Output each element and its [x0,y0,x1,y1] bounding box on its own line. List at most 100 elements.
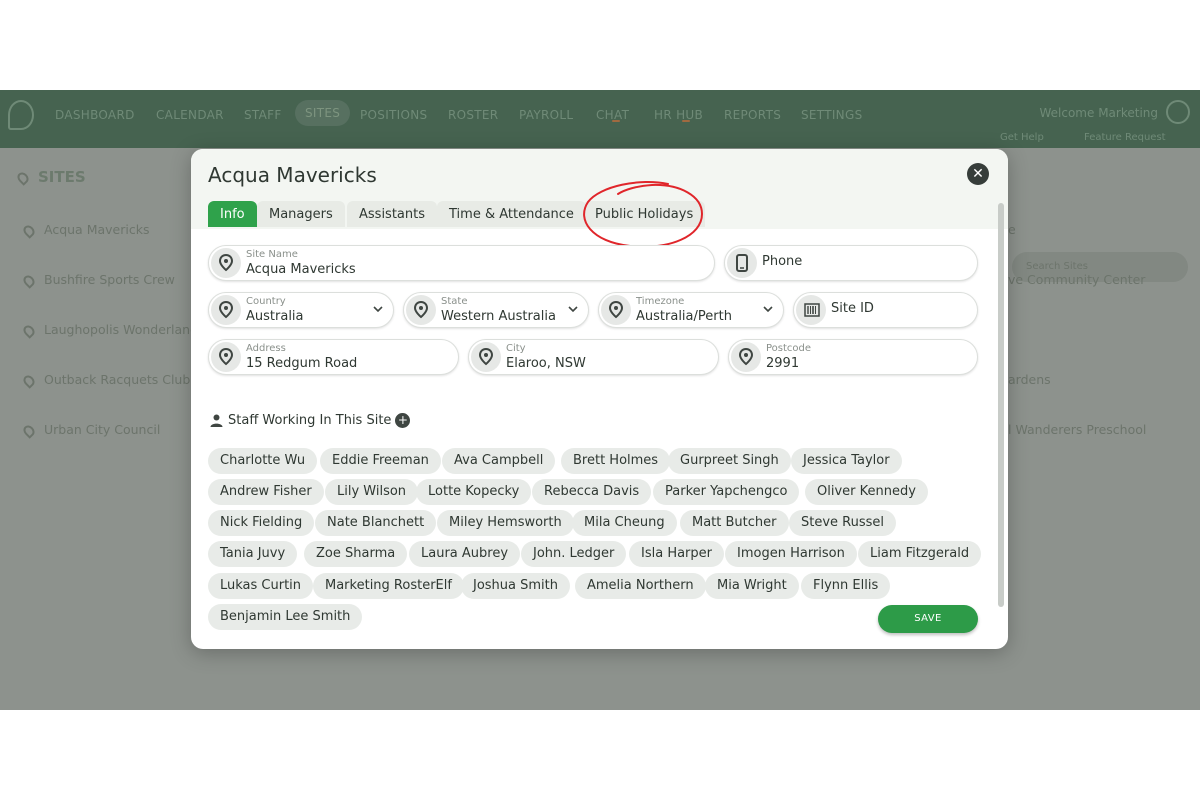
staff-chip[interactable]: John. Ledger [521,541,627,567]
site-list-item[interactable]: ve Community Center [1008,272,1145,287]
pin-icon [21,222,37,239]
nav-settings[interactable]: SETTINGS [801,108,862,122]
site-list-item[interactable]: ardens [1008,372,1051,387]
pin-icon [211,342,241,372]
postcode-value: 2991 [766,356,800,371]
staff-chip[interactable]: Andrew Fisher [208,479,324,505]
staff-chip[interactable]: Mila Cheung [572,510,677,536]
staff-chip[interactable]: Lily Wilson [325,479,419,505]
pin-icon [15,169,31,186]
red-circle-annotation [583,181,704,248]
staff-chip[interactable]: Flynn Ellis [801,573,891,599]
staff-chip[interactable]: Laura Aubrey [409,541,521,567]
staff-chip[interactable]: Oliver Kennedy [805,479,928,505]
site-id-field[interactable]: Site ID [793,292,978,328]
nav-reports[interactable]: REPORTS [724,108,781,122]
address-field[interactable]: Address 15 Redgum Road [208,339,459,375]
close-icon[interactable]: ✕ [967,163,989,185]
site-list-item[interactable]: Urban City Council [21,422,160,439]
pin-icon [731,342,761,372]
nav-staff[interactable]: STAFF [244,108,282,122]
staff-chip[interactable]: Tania Juvy [208,541,298,567]
nav-calendar[interactable]: CALENDAR [156,108,224,122]
get-help-link[interactable]: Get Help [1000,132,1044,143]
modal-scrollbar[interactable] [998,203,1004,607]
pin-icon [601,295,631,325]
pin-icon [21,422,37,439]
modal-title: Acqua Mavericks [208,163,377,187]
staff-chip[interactable]: Lotte Kopecky [416,479,532,505]
tab-assistants[interactable]: Assistants [347,201,437,227]
city-field[interactable]: City Elaroo, NSW [468,339,719,375]
state-label: State [441,296,468,307]
staff-chip[interactable]: Nate Blanchett [315,510,437,536]
staff-chip[interactable]: Ava Campbell [442,448,556,474]
feature-request-link[interactable]: Feature Request [1084,132,1166,143]
nav-positions[interactable]: POSITIONS [360,108,427,122]
welcome-text: Welcome Marketing [1039,106,1158,120]
staff-chip[interactable]: Rebecca Davis [532,479,652,505]
nav-dashboard[interactable]: DASHBOARD [55,108,135,122]
staff-chip[interactable]: Isla Harper [629,541,724,567]
staff-chip[interactable]: Nick Fielding [208,510,315,536]
phone-label: Phone [762,254,803,269]
hr-hub-badge [682,120,690,122]
staff-chip[interactable]: Matt Butcher [680,510,789,536]
address-label: Address [246,343,286,354]
site-list-item[interactable]: Bushfire Sports Crew [21,272,175,289]
timezone-value: Australia/Perth [636,309,732,324]
staff-chip[interactable]: Miley Hemsworth [437,510,574,536]
barcode-icon [796,295,826,325]
site-list-item[interactable]: e [1008,222,1016,237]
chevron-down-icon [763,306,773,313]
timezone-select[interactable]: Timezone Australia/Perth [598,292,784,328]
staff-chip[interactable]: Imogen Harrison [725,541,857,567]
nav-hr-hub[interactable]: HR HUB [654,108,703,122]
staff-chip[interactable]: Zoe Sharma [304,541,408,567]
phone-field[interactable]: Phone [724,245,978,281]
tab-time-attendance[interactable]: Time & Attendance [437,201,586,227]
state-select[interactable]: State Western Australia [403,292,589,328]
site-list-item[interactable]: Outback Racquets Club [21,372,190,389]
person-icon [210,414,223,427]
staff-chip[interactable]: Mia Wright [705,573,799,599]
staff-chip[interactable]: Benjamin Lee Smith [208,604,363,630]
site-list-item[interactable]: l Wanderers Preschool [1008,422,1146,437]
staff-chip[interactable]: Marketing RosterElf [313,573,464,599]
site-list-item[interactable]: Acqua Mavericks [21,222,149,239]
nav-sites[interactable]: SITES [295,100,351,126]
phone-icon [727,248,757,278]
staff-chip[interactable]: Joshua Smith [461,573,571,599]
staff-chip[interactable]: Lukas Curtin [208,573,314,599]
country-select[interactable]: Country Australia [208,292,394,328]
nav-payroll[interactable]: PAYROLL [519,108,573,122]
add-staff-icon[interactable]: + [395,413,411,428]
staff-chip[interactable]: Eddie Freeman [320,448,441,474]
sites-page-title: SITES [15,168,86,186]
address-value: 15 Redgum Road [246,356,358,371]
chevron-down-icon [568,306,578,313]
site-list-item[interactable]: Laughopolis Wonderland [21,322,198,339]
site-name-field[interactable]: Site Name Acqua Mavericks [208,245,715,281]
staff-chip[interactable]: Gurpreet Singh [668,448,791,474]
tab-managers[interactable]: Managers [257,201,345,227]
save-button[interactable]: SAVE [878,605,978,633]
staff-chip[interactable]: Charlotte Wu [208,448,318,474]
staff-chip[interactable]: Steve Russel [789,510,897,536]
postcode-field[interactable]: Postcode 2991 [728,339,978,375]
staff-chip[interactable]: Parker Yapchengco [653,479,800,505]
pin-icon [21,272,37,289]
nav-roster[interactable]: ROSTER [448,108,498,122]
pin-icon [211,295,241,325]
tab-info[interactable]: Info [208,201,257,227]
postcode-label: Postcode [766,343,812,354]
staff-chip[interactable]: Brett Holmes [561,448,671,474]
chevron-down-icon [373,306,383,313]
staff-chip[interactable]: Jessica Taylor [791,448,902,474]
country-label: Country [246,296,286,307]
user-avatar-icon[interactable] [1166,100,1190,124]
pin-icon [21,372,37,389]
staff-chip[interactable]: Liam Fitzgerald [858,541,982,567]
country-value: Australia [246,309,304,324]
staff-chip[interactable]: Amelia Northern [575,573,706,599]
